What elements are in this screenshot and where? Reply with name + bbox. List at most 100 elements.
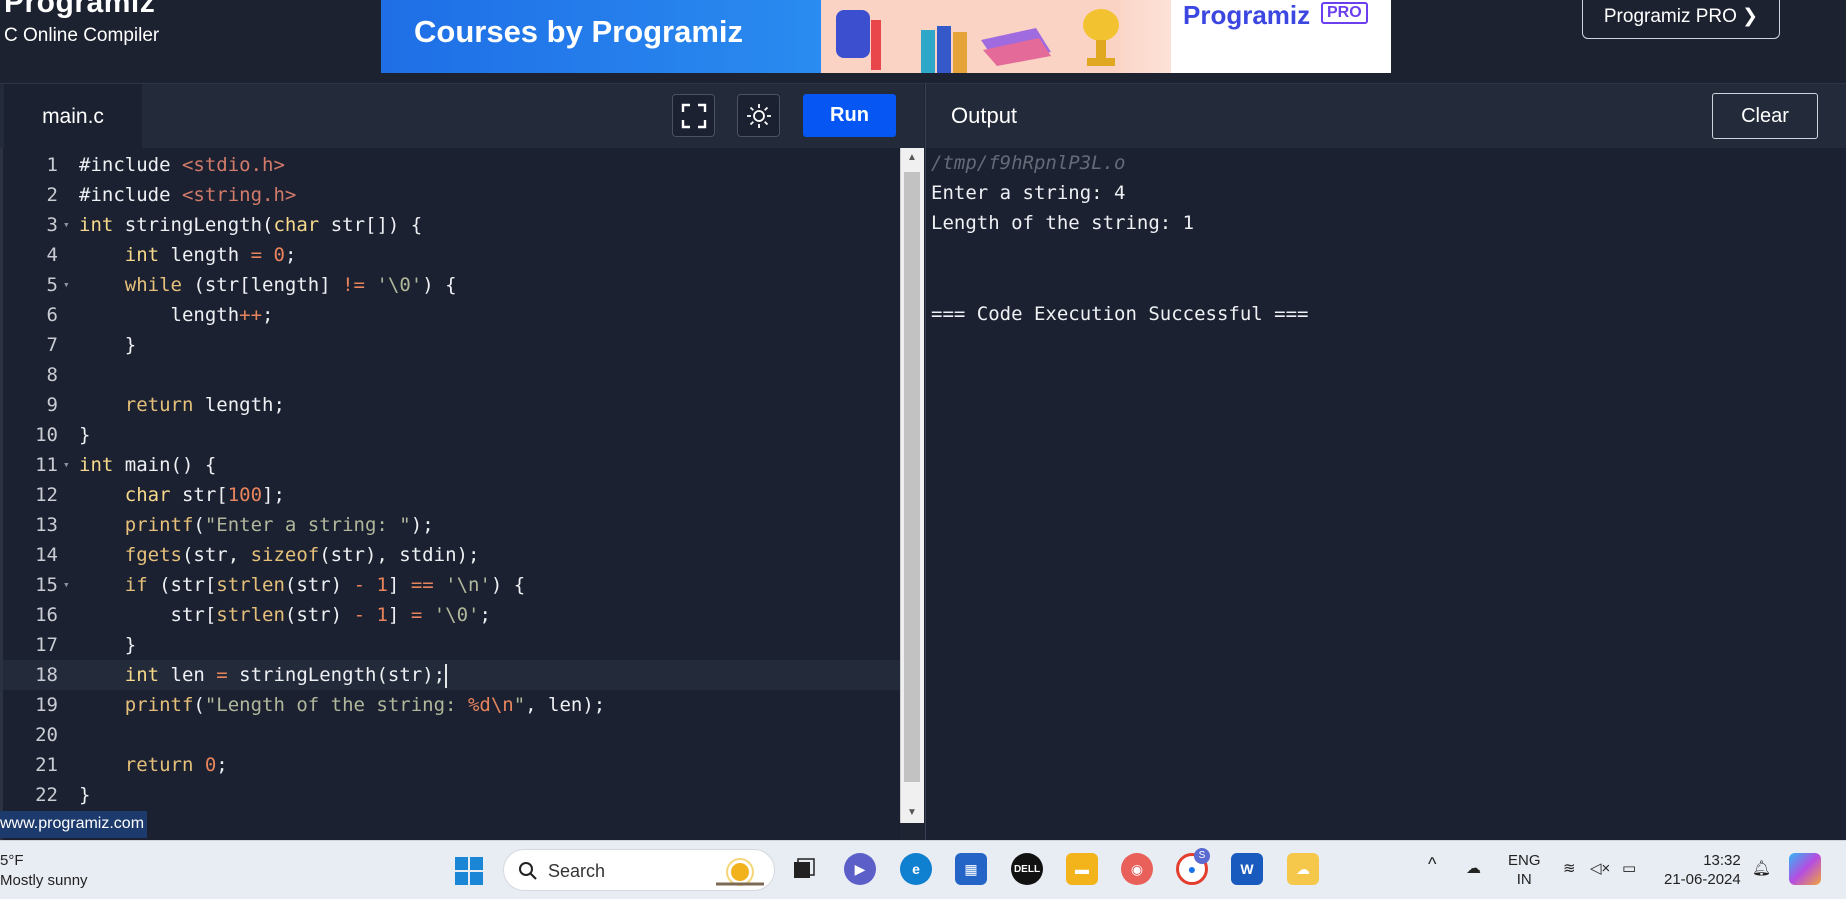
cloud-sync-icon[interactable]: ☁ xyxy=(1466,859,1481,878)
line-number: 20 xyxy=(35,724,58,746)
output-line: === Code Execution Successful === xyxy=(931,303,1309,325)
line-number: 1 xyxy=(46,154,58,176)
line-number: 10 xyxy=(35,424,58,446)
fold-arrow-icon[interactable]: ▾ xyxy=(63,570,70,600)
line-number: 15 xyxy=(35,574,58,596)
file-explorer-icon[interactable]: ▬ xyxy=(1066,853,1098,885)
code-line: 12 char str[100]; xyxy=(3,480,900,510)
code-line: 6 length++; xyxy=(3,300,900,330)
scrollbar-thumb[interactable] xyxy=(904,172,920,782)
code-line-active: 18 int len = stringLength(str); xyxy=(3,660,900,690)
banner-illustration xyxy=(821,0,1121,73)
scroll-down-icon[interactable]: ▼ xyxy=(907,807,917,818)
lang-region: IN xyxy=(1516,871,1532,888)
editor-scrollbar[interactable]: ▲ ▼ xyxy=(900,148,924,823)
site-header: Programiz C Online Compiler Courses by P… xyxy=(0,0,1846,82)
line-number: 19 xyxy=(35,694,58,716)
word-icon[interactable]: W xyxy=(1231,853,1263,885)
editor-toolbar: main.c Run xyxy=(0,83,924,149)
code-line: 10 } xyxy=(3,420,900,450)
banner-pro-badge: PRO xyxy=(1321,2,1368,24)
line-number: 5 xyxy=(46,274,58,296)
clock-date: 21-06-2024 xyxy=(1664,871,1741,888)
fold-arrow-icon[interactable]: ▾ xyxy=(63,210,70,240)
lang-code: ENG xyxy=(1508,852,1541,869)
windows-start-icon[interactable] xyxy=(454,856,484,886)
fold-arrow-icon[interactable]: ▾ xyxy=(63,270,70,300)
code-line: 15 ▾ if (str[strlen(str) - 1] == '\n') { xyxy=(3,570,900,600)
code-line: 14 fgets(str, sizeof(str), stdin); xyxy=(3,540,900,570)
banner-headline: Courses by Programiz xyxy=(414,14,744,49)
banner-logo-text: Programiz xyxy=(1183,0,1311,30)
meet-chat-icon[interactable]: ▶ xyxy=(844,853,876,885)
search-placeholder: Search xyxy=(548,861,606,881)
line-number: 6 xyxy=(46,304,58,326)
line-number: 16 xyxy=(35,604,58,626)
code-line: 5 ▾ while (str[length] != '\0') { xyxy=(3,270,900,300)
code-line: 7 } xyxy=(3,330,900,360)
sun-icon xyxy=(746,103,771,128)
line-number: 13 xyxy=(35,514,58,536)
language-indicator[interactable]: ENG IN xyxy=(1508,851,1541,889)
run-button[interactable]: Run xyxy=(803,94,896,137)
clock[interactable]: 13:32 21-06-2024 xyxy=(1664,851,1741,889)
task-view-icon[interactable] xyxy=(788,853,820,885)
code-editor[interactable]: 1 #include <stdio.h> 2 #include <string.… xyxy=(0,148,900,840)
code-line: 11 ▾ int main() { xyxy=(3,450,900,480)
line-number: 8 xyxy=(46,364,58,386)
code-line: 21 return 0; xyxy=(3,750,900,780)
line-number: 21 xyxy=(35,754,58,776)
fold-arrow-icon[interactable]: ▾ xyxy=(63,450,70,480)
output-line: /tmp/f9hRpnlP3L.o xyxy=(931,152,1126,174)
line-number: 18 xyxy=(35,664,58,686)
utility-app-icon[interactable]: ◉ xyxy=(1121,853,1153,885)
clock-time: 13:32 xyxy=(1703,852,1741,869)
line-number: 2 xyxy=(46,184,58,206)
copilot-icon[interactable] xyxy=(1789,853,1821,885)
store-icon[interactable]: ▦ xyxy=(955,853,987,885)
code-line: 8 xyxy=(3,360,900,390)
code-line: 13 printf("Enter a string: "); xyxy=(3,510,900,540)
line-number: 12 xyxy=(35,484,58,506)
line-number: 4 xyxy=(46,244,58,266)
programiz-pro-button[interactable]: Programiz PRO ❯ xyxy=(1582,0,1780,39)
search-icon xyxy=(519,862,537,880)
wifi-icon[interactable]: ≋ xyxy=(1563,859,1576,878)
edge-browser-icon[interactable]: e xyxy=(900,853,932,885)
weather-temp: 5°F xyxy=(0,852,24,869)
ad-banner[interactable]: Courses by Programiz Programiz PRO xyxy=(381,0,1391,73)
dell-icon[interactable]: DELL xyxy=(1011,853,1043,885)
text-cursor xyxy=(445,663,448,688)
battery-icon[interactable]: ▭ xyxy=(1622,859,1636,878)
search-highlight-icon xyxy=(716,858,764,886)
output-title: Output xyxy=(951,103,1018,128)
folder-cloud-icon[interactable]: ☁ xyxy=(1287,853,1319,885)
chrome-profile-badge: S xyxy=(1194,848,1210,864)
clear-button[interactable]: Clear xyxy=(1712,93,1818,139)
line-number: 3 xyxy=(46,214,58,236)
theme-toggle-button[interactable] xyxy=(737,94,780,137)
taskbar-search[interactable]: Search xyxy=(503,849,775,891)
line-number: 11 xyxy=(35,454,58,476)
code-line: 20 xyxy=(3,720,900,750)
notification-bell-icon[interactable]: 🔔︎ xyxy=(1752,859,1771,878)
line-number: 9 xyxy=(46,394,58,416)
scroll-up-icon[interactable]: ▲ xyxy=(907,152,917,163)
fullscreen-icon xyxy=(681,103,706,128)
weather-widget[interactable]: 5°F Mostly sunny xyxy=(0,851,88,891)
line-number: 17 xyxy=(35,634,58,656)
code-line: 16 str[strlen(str) - 1] = '\0'; xyxy=(3,600,900,630)
line-number: 22 xyxy=(35,784,58,806)
code-line: 2 #include <string.h> xyxy=(3,180,900,210)
weather-desc: Mostly sunny xyxy=(0,872,88,889)
code-line: 3 ▾ int stringLength(char str[]) { xyxy=(3,210,900,240)
output-toolbar: Output Clear xyxy=(925,83,1846,148)
brand-logo[interactable]: Programiz xyxy=(4,0,155,20)
speaker-muted-icon[interactable]: ◁× xyxy=(1590,859,1610,878)
output-console: /tmp/f9hRpnlP3L.o Enter a string: 4 Leng… xyxy=(925,148,1846,840)
fullscreen-button[interactable] xyxy=(672,94,715,137)
page-subtitle: C Online Compiler xyxy=(4,25,160,46)
chevron-up-icon[interactable]: ^ xyxy=(1428,855,1436,874)
tab-main-c[interactable]: main.c xyxy=(4,84,142,149)
banner-programiz-logo: Programiz PRO xyxy=(1171,0,1391,73)
